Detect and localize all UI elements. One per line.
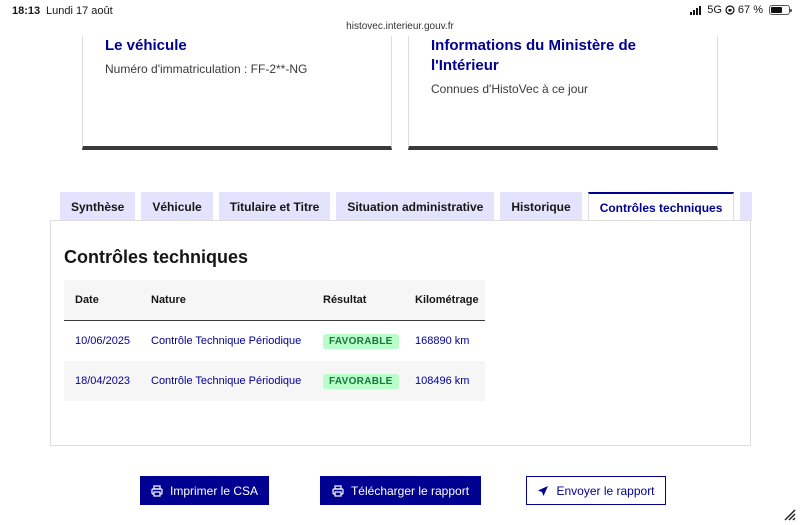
tab-panel-controles: Contrôles techniques Date Nature Résulta…	[50, 220, 751, 446]
send-report-label: Envoyer le rapport	[556, 483, 655, 498]
status-date: Lundi 17 août	[46, 5, 113, 17]
printer-icon	[151, 484, 163, 497]
table-row: 18/04/2023 Contrôle Technique Périodique…	[64, 361, 485, 401]
header-date: Date	[75, 294, 99, 306]
address-url[interactable]: histovec.interieur.gouv.fr	[0, 21, 800, 32]
vehicle-card: Le véhicule Numéro d'immatriculation : F…	[82, 36, 392, 150]
orientation-lock-icon	[725, 5, 735, 15]
print-csa-label: Imprimer le CSA	[169, 483, 258, 498]
result-badge: FAVORABLE	[323, 373, 399, 389]
table-row: 10/06/2025 Contrôle Technique Périodique…	[64, 321, 485, 361]
row-result-cell: FAVORABLE	[312, 333, 404, 349]
registration-number: Numéro d'immatriculation : FF-2**-NG	[105, 62, 308, 76]
row-mileage: 108496 km	[415, 375, 470, 387]
resize-handle-icon[interactable]	[782, 507, 796, 521]
print-csa-button[interactable]: Imprimer le CSA	[140, 476, 269, 505]
row-date: 10/06/2025	[75, 335, 131, 347]
row-mileage: 168890 km	[415, 335, 470, 347]
row-nature: Contrôle Technique Périodique	[151, 375, 302, 387]
tab-historique[interactable]: Historique	[500, 192, 582, 221]
tab-synthese[interactable]: Synthèse	[60, 192, 136, 221]
ministry-card: Informations du Ministère de l'Intérieur…	[408, 36, 718, 150]
download-report-button[interactable]: Télécharger le rapport	[320, 476, 481, 505]
tab-vehicule[interactable]: Véhicule	[141, 192, 213, 221]
status-bar: 18:13 Lundi 17 août histovec.interieur.g…	[0, 0, 800, 36]
row-result-cell: FAVORABLE	[312, 373, 404, 389]
status-time: 18:13	[12, 5, 41, 17]
header-resultat: Résultat	[323, 294, 367, 306]
ministry-card-text: Connues d'HistoVec à ce jour	[431, 82, 589, 96]
tab-titulaire-et-titre[interactable]: Titulaire et Titre	[218, 192, 331, 221]
tab-list: Synthèse Véhicule Titulaire et Titre Sit…	[60, 192, 752, 221]
status-indicators: 5G 67 %	[690, 4, 792, 16]
panel-title: Contrôles techniques	[64, 247, 249, 267]
ministry-card-title: Informations du Ministère de l'Intérieur	[431, 37, 637, 74]
tab-rapport[interactable]: Rapport	[740, 192, 752, 221]
vehicle-card-title: Le véhicule	[105, 37, 187, 54]
controles-table: Date Nature Résultat Kilométrage 10/06/2…	[64, 280, 485, 401]
header-nature: Nature	[151, 294, 186, 306]
send-report-button[interactable]: Envoyer le rapport	[526, 476, 666, 505]
battery-percent: 67 %	[737, 4, 763, 16]
battery-level	[771, 7, 783, 13]
send-icon	[538, 485, 549, 496]
row-date: 18/04/2023	[75, 375, 131, 387]
row-nature: Contrôle Technique Périodique	[151, 335, 302, 347]
network-type: 5G	[707, 4, 722, 16]
table-header: Date Nature Résultat Kilométrage	[64, 280, 485, 321]
signal-icon	[690, 5, 702, 15]
tab-controles-techniques[interactable]: Contrôles techniques	[587, 192, 735, 221]
header-kilometrage: Kilométrage	[415, 294, 479, 306]
download-report-label: Télécharger le rapport	[350, 483, 470, 498]
printer-icon	[332, 484, 344, 497]
result-badge: FAVORABLE	[323, 333, 399, 349]
tab-situation-administrative[interactable]: Situation administrative	[336, 192, 495, 221]
battery-icon	[769, 5, 792, 15]
